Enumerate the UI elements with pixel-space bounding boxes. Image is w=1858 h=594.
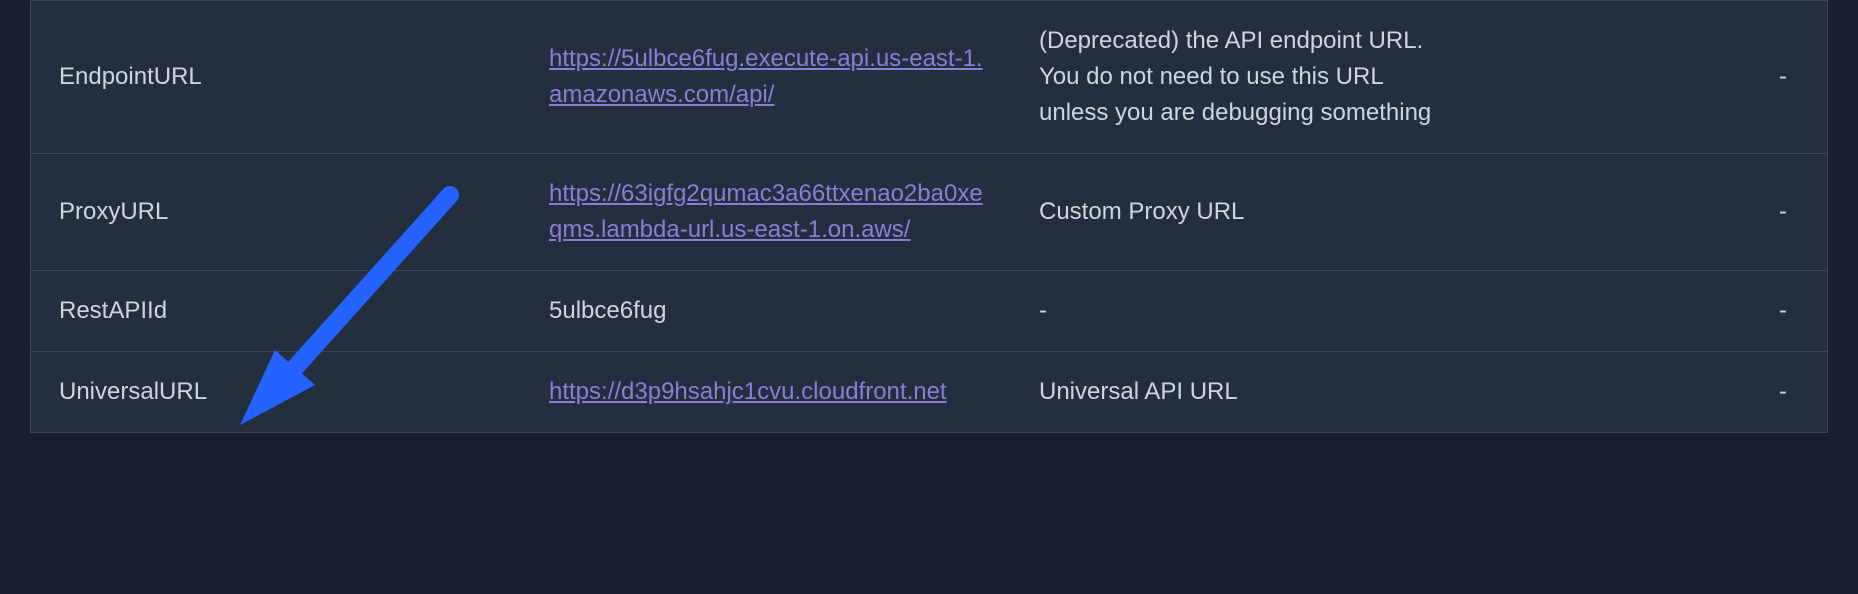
output-export-name: - (1481, 352, 1827, 433)
output-value-link[interactable]: https://d3p9hsahjc1cvu.cloudfront.net (549, 378, 947, 405)
output-value: https://63igfg2qumac3a66ttxenao2ba0xeqms… (521, 154, 1011, 271)
output-description: - (1011, 271, 1481, 352)
table-row: EndpointURL https://5ulbce6fug.execute-ap… (31, 1, 1827, 154)
output-key: EndpointURL (31, 1, 521, 154)
output-value-text: 5ulbce6fug (549, 297, 666, 324)
outputs-table: EndpointURL https://5ulbce6fug.execute-ap… (30, 0, 1828, 433)
output-value: https://5ulbce6fug.execute-api.us-east-1… (521, 1, 1011, 154)
output-description: Universal API URL (1011, 352, 1481, 433)
output-value: https://d3p9hsahjc1cvu.cloudfront.net (521, 352, 1011, 433)
output-key: RestAPIId (31, 271, 521, 352)
output-description: Custom Proxy URL (1011, 154, 1481, 271)
output-key: ProxyURL (31, 154, 521, 271)
output-value-link[interactable]: https://5ulbce6fug.execute-api.us-east-1… (549, 45, 983, 108)
table: EndpointURL https://5ulbce6fug.execute-ap… (31, 1, 1827, 432)
output-description: (Deprecated) the API endpoint URL. You d… (1011, 1, 1481, 154)
output-value-link[interactable]: https://63igfg2qumac3a66ttxenao2ba0xeqms… (549, 180, 983, 243)
output-value: 5ulbce6fug (521, 271, 1011, 352)
table-row: ProxyURL https://63igfg2qumac3a66ttxenao2… (31, 154, 1827, 271)
output-export-name: - (1481, 1, 1827, 154)
output-export-name: - (1481, 271, 1827, 352)
table-row: UniversalURL https://d3p9hsahjc1cvu.cloud… (31, 352, 1827, 433)
table-row: RestAPIId 5ulbce6fug -- (31, 271, 1827, 352)
output-export-name: - (1481, 154, 1827, 271)
output-key: UniversalURL (31, 352, 521, 433)
